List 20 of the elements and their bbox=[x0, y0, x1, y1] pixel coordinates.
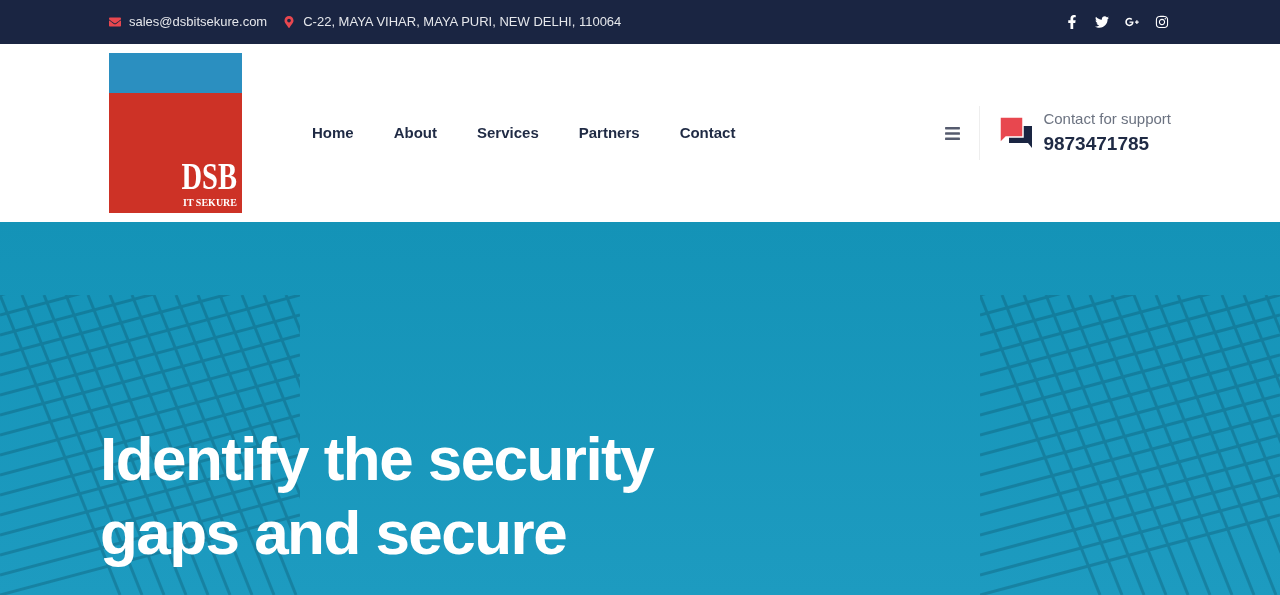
google-plus-icon[interactable] bbox=[1125, 15, 1139, 29]
twitter-icon[interactable] bbox=[1095, 15, 1109, 29]
instagram-icon[interactable] bbox=[1155, 15, 1169, 29]
nav-link[interactable]: About bbox=[393, 121, 437, 145]
hero-heading: Identify the security gaps and secure bbox=[100, 423, 654, 569]
map-pin-icon bbox=[283, 16, 296, 28]
nav-link[interactable]: Contact bbox=[679, 121, 736, 145]
nav-link[interactable]: Services bbox=[477, 121, 539, 145]
nav-link[interactable]: Partners bbox=[578, 121, 640, 145]
email-text: sales@dsbitsekure.com bbox=[129, 13, 268, 32]
support-phone[interactable]: 9873471785 bbox=[1043, 130, 1171, 159]
logo-subtitle: IT SEKURE bbox=[183, 196, 237, 210]
support-label: Contact for support bbox=[1043, 108, 1171, 129]
chat-bubbles-icon bbox=[999, 116, 1034, 150]
nav-link[interactable]: Home bbox=[312, 121, 354, 145]
logo-title: DSB bbox=[181, 157, 237, 195]
address-text: C-22, MAYA VIHAR, MAYA PURI, NEW DELHI, 110064 bbox=[303, 13, 622, 32]
envelope-icon bbox=[109, 16, 121, 28]
facebook-icon[interactable] bbox=[1065, 15, 1079, 29]
menu-icon[interactable] bbox=[944, 124, 962, 142]
